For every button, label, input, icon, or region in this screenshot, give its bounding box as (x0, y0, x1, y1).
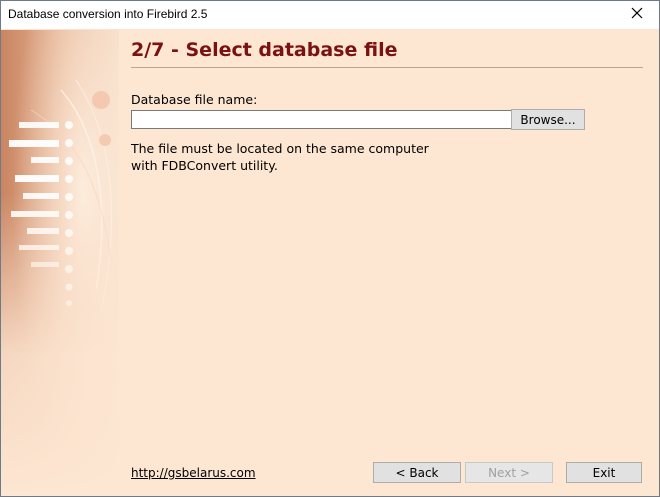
title-divider (131, 67, 643, 68)
exit-button[interactable]: Exit (566, 462, 642, 483)
website-link[interactable]: http://gsbelarus.com (131, 466, 256, 480)
database-file-input[interactable] (131, 110, 513, 129)
title-bar[interactable]: Database conversion into Firebird 2.5 (1, 1, 659, 29)
close-icon (631, 6, 643, 24)
wizard-client-area: 2/7 - Select database file Database file… (1, 30, 659, 496)
database-file-label: Database file name: (131, 92, 258, 107)
back-button[interactable]: < Back (373, 462, 461, 483)
next-button[interactable]: Next > (465, 462, 553, 483)
browse-button[interactable]: Browse... (511, 109, 585, 130)
close-button[interactable] (615, 1, 659, 29)
info-line-1: The file must be located on the same com… (131, 141, 429, 156)
page-title: 2/7 - Select database file (131, 39, 398, 61)
info-line-2: with FDBConvert utility. (131, 158, 278, 173)
info-text: The file must be located on the same com… (131, 140, 471, 174)
wizard-window: Database conversion into Firebird 2.5 2/… (0, 0, 660, 497)
window-title: Database conversion into Firebird 2.5 (8, 7, 208, 21)
wizard-banner-image (1, 30, 119, 496)
